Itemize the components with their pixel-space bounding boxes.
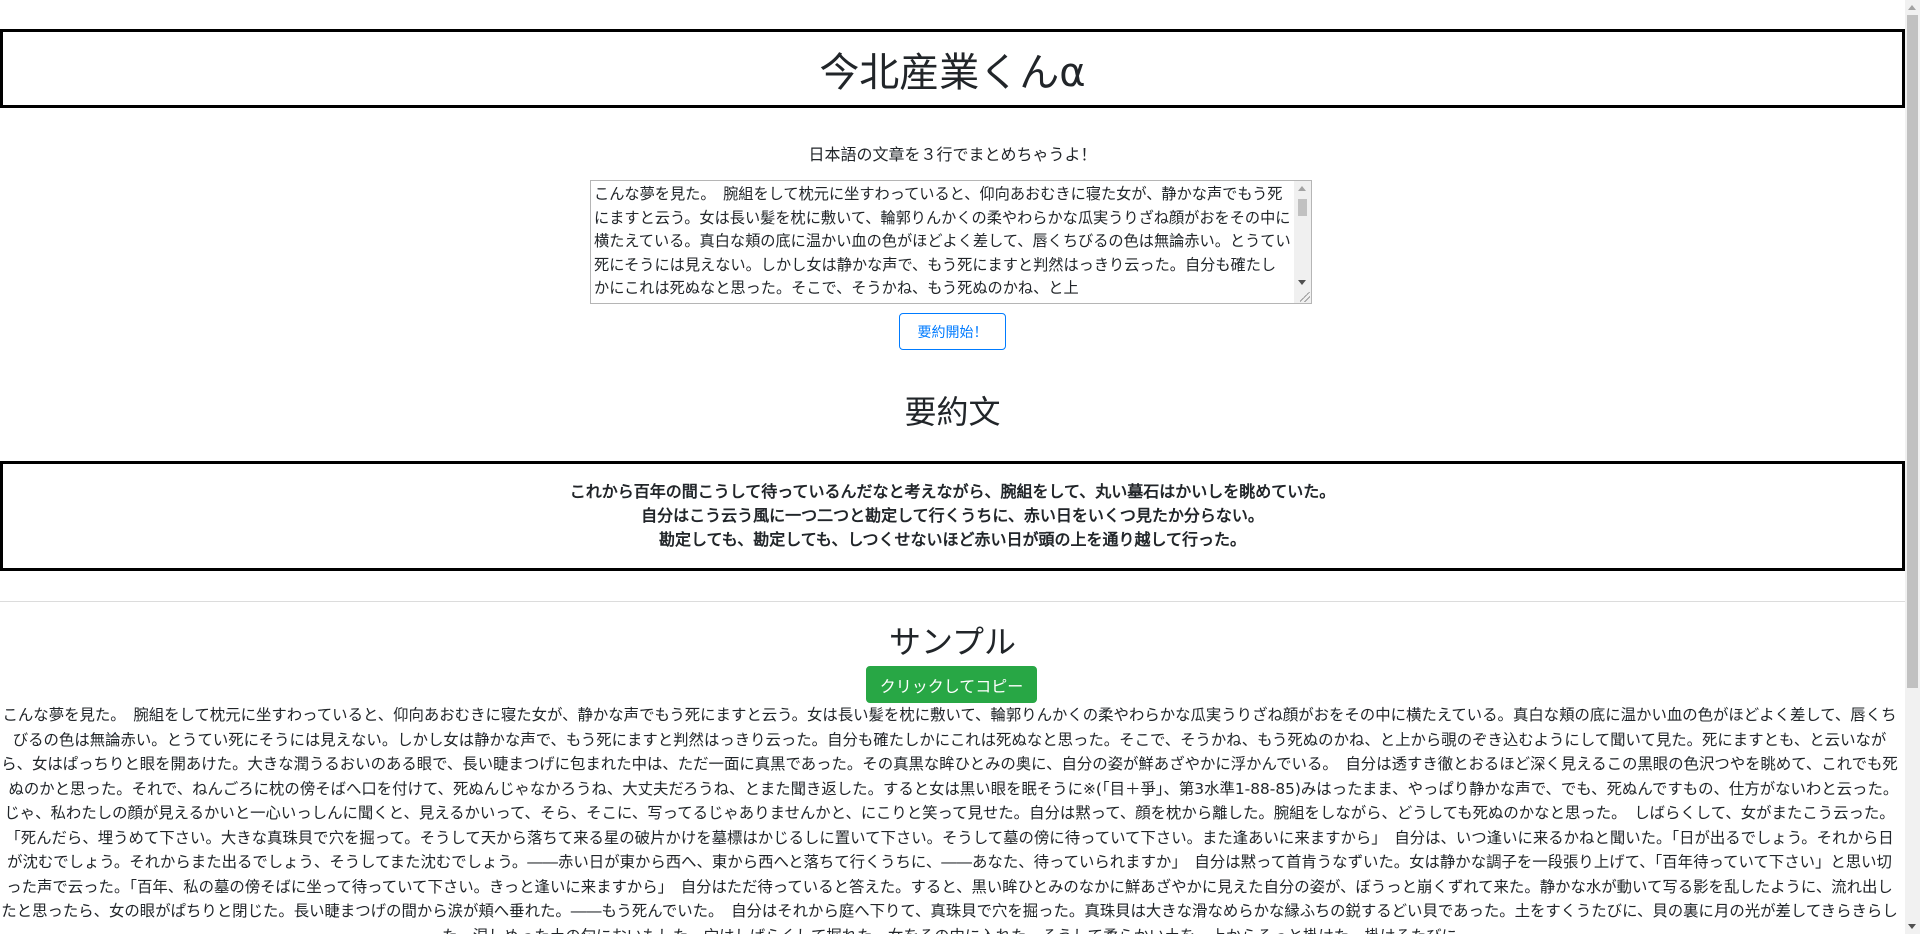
source-text-input[interactable]: こんな夢を見た。 腕組をして枕元に坐すわっていると、仰向あおむきに寝た女が、静か… <box>591 181 1311 303</box>
app-title: 今北産業くんα <box>819 49 1086 96</box>
page-scrollbar[interactable] <box>1905 0 1920 934</box>
resize-grip-icon[interactable] <box>1300 292 1310 302</box>
header-box: 今北産業くんα <box>0 29 1905 108</box>
scrollbar-thumb[interactable] <box>1298 199 1307 216</box>
page-scroll-down-icon[interactable] <box>1908 924 1916 929</box>
textarea-scrollbar[interactable] <box>1294 181 1311 303</box>
copy-sample-button[interactable]: クリックしてコピー <box>866 666 1037 703</box>
summary-box: これから百年の間こうして待っているんだなと考えながら、腕組をして、丸い墓石はかい… <box>0 461 1905 571</box>
summary-line: これから百年の間こうして待っているんだなと考えながら、腕組をして、丸い墓石はかい… <box>569 482 1336 501</box>
divider <box>0 601 1905 602</box>
summary-heading: 要約文 <box>904 393 1001 431</box>
summarize-button[interactable]: 要約開始！ <box>899 313 1006 350</box>
text-input-container: こんな夢を見た。 腕組をして枕元に坐すわっていると、仰向あおむきに寝た女が、静か… <box>590 180 1312 304</box>
scroll-up-arrow-icon[interactable] <box>1298 186 1306 191</box>
sample-heading: サンプル <box>888 623 1017 661</box>
page-scrollbar-thumb[interactable] <box>1907 15 1918 688</box>
subtitle: 日本語の文章を３行でまとめちゃうよ！ <box>808 145 1097 164</box>
page: 今北産業くんα 日本語の文章を３行でまとめちゃうよ！ こんな夢を見た。 腕組をし… <box>0 0 1905 934</box>
summary-line: 勘定しても、勘定しても、しつくせないほど赤い日が頭の上を通り越して行った。 <box>658 530 1247 549</box>
page-scroll-up-icon[interactable] <box>1908 5 1916 10</box>
summary-line: 自分はこう云う風に一つ二つと勘定して行くうちに、赤い日をいくつ見たか分らない。 <box>641 506 1264 525</box>
scroll-down-arrow-icon[interactable] <box>1298 280 1306 285</box>
sample-text: こんな夢を見た。 腕組をして枕元に坐すわっていると、仰向あおむきに寝た女が、静か… <box>1 706 1899 934</box>
